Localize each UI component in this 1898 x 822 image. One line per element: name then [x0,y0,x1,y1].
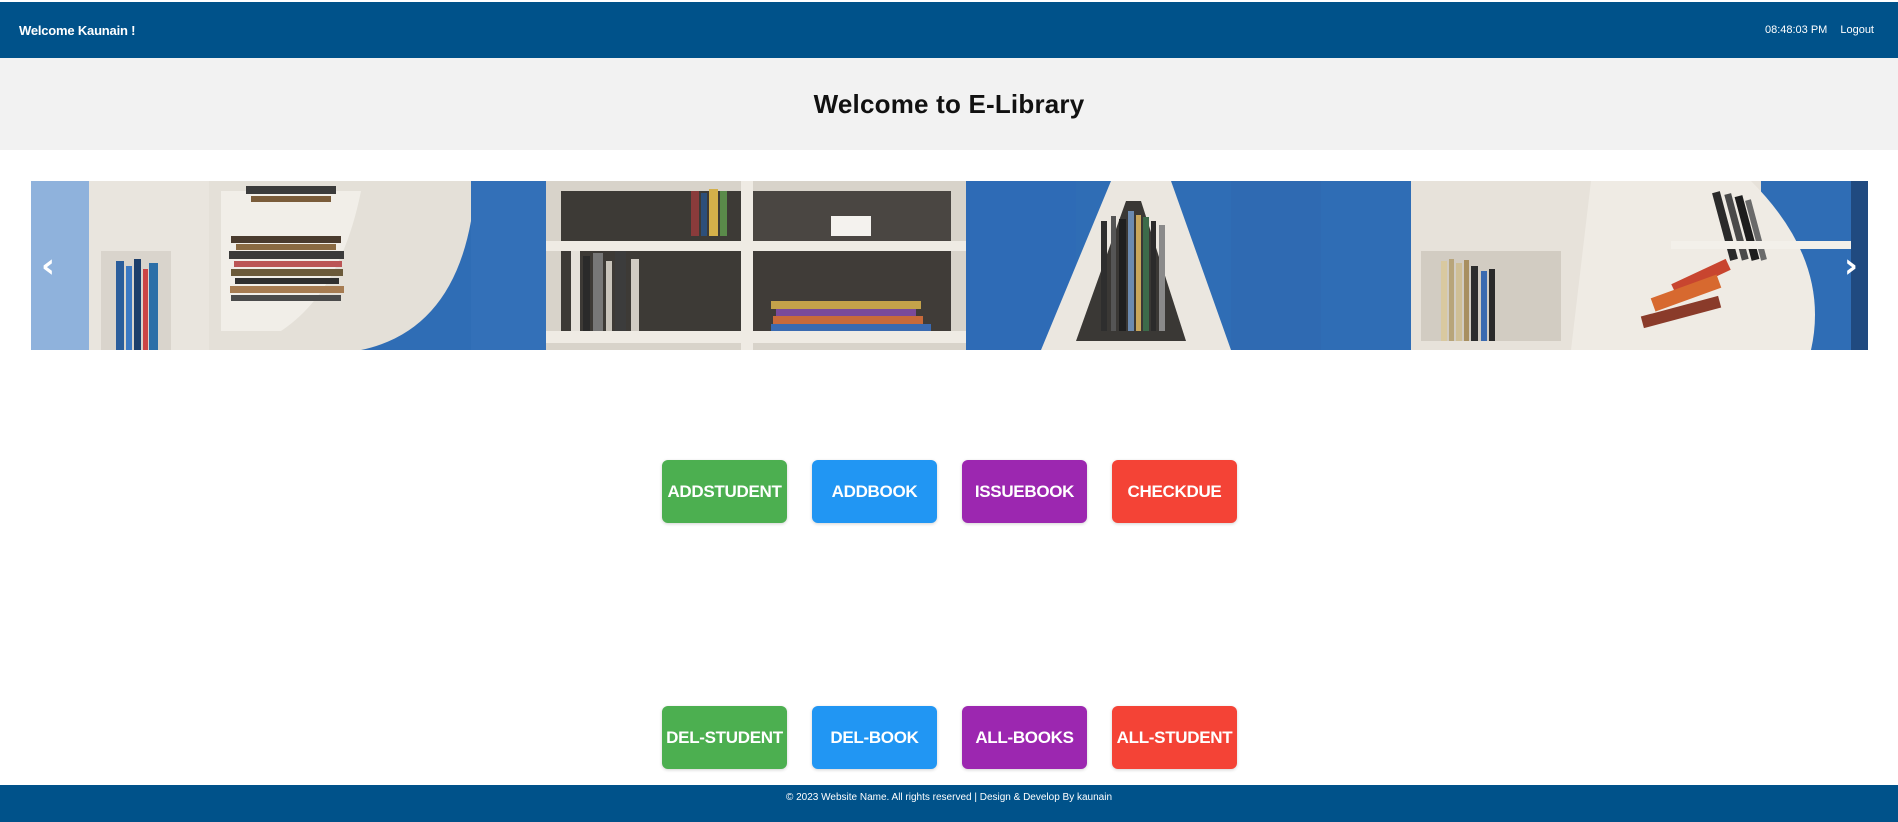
add-student-button[interactable]: ADDSTUDENT [662,460,787,523]
page-title: Welcome to E-Library [813,88,1085,119]
footer-copyright: © 2023 Website Name. All rights reserved… [785,792,1113,803]
page-title-banner: Welcome to E-Library [0,58,1898,150]
issue-book-button[interactable]: ISSUEBOOK [962,460,1087,523]
add-book-button[interactable]: ADDBOOK [812,460,937,523]
welcome-message: Welcome Kaunain ! [19,23,136,38]
delete-book-button[interactable]: DEL-BOOK [812,706,937,769]
all-books-button[interactable]: ALL-BOOKS [962,706,1087,769]
delete-student-button[interactable]: DEL-STUDENT [662,706,787,769]
header-right: 08:48:03 PM Logout [1765,24,1874,36]
logout-link[interactable]: Logout [1840,24,1874,36]
check-due-button[interactable]: CHECKDUE [1112,460,1237,523]
clock-time: 08:48:03 PM [1764,24,1828,36]
footer: © 2023 Website Name. All rights reserved… [0,785,1898,822]
top-navbar: Welcome Kaunain ! 08:48:03 PM Logout [0,2,1898,58]
image-carousel: ‹ › [31,181,1868,350]
carousel-prev-arrow-icon[interactable]: ‹ [41,181,55,350]
all-student-button[interactable]: ALL-STUDENT [1112,706,1237,769]
carousel-slide-image [31,181,1868,350]
carousel-next-arrow-icon[interactable]: › [1844,181,1858,350]
